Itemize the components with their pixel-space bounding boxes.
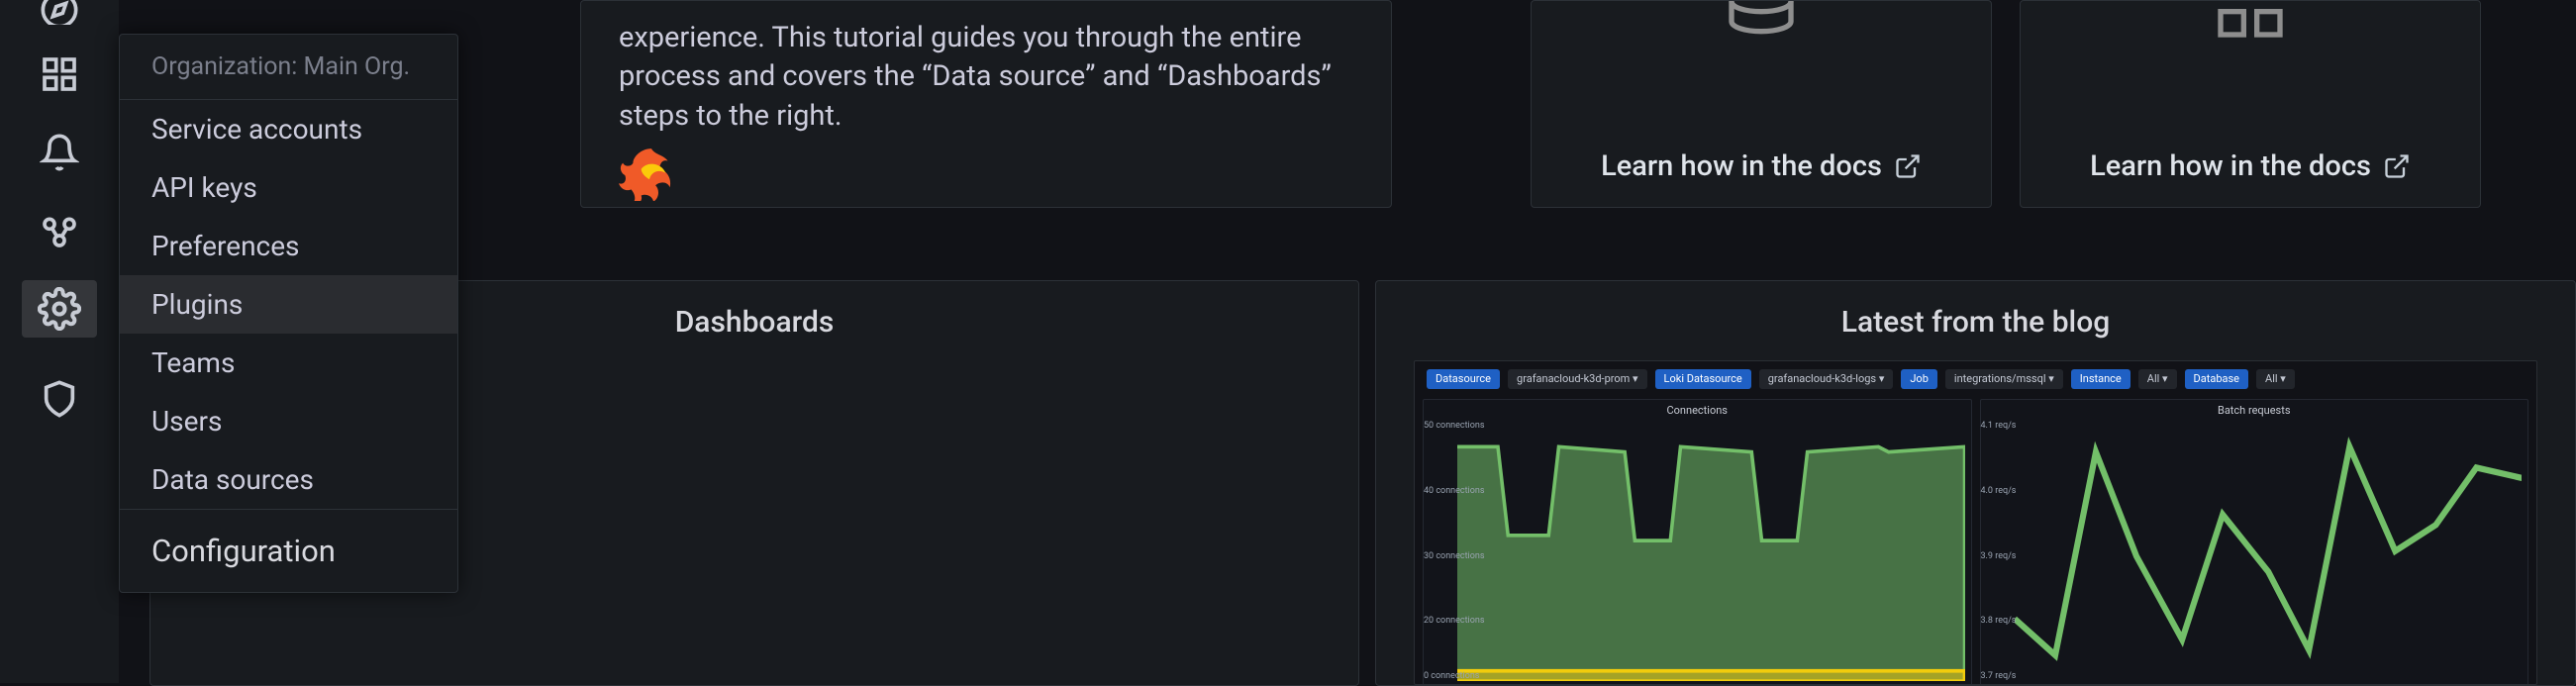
menu-item-api-keys[interactable]: API keys	[120, 158, 457, 217]
nav-link-icon[interactable]	[22, 202, 97, 259]
chip-database-label: Database	[2185, 369, 2248, 389]
popout-footer-configuration[interactable]: Configuration	[120, 509, 457, 592]
tutorial-card[interactable]: experience. This tutorial guides you thr…	[580, 0, 1392, 208]
blog-preview-dashboard: Datasource grafanacloud-k3d-prom ▾ Loki …	[1415, 361, 2536, 684]
ytick: 50 connections	[1424, 421, 1485, 431]
apps-icon	[2211, 0, 2290, 59]
blog-preview-image[interactable]: Datasource grafanacloud-k3d-prom ▾ Loki …	[1414, 360, 2537, 685]
nav-dashboards-icon[interactable]	[22, 46, 97, 103]
ytick: 0 connections	[1424, 671, 1479, 681]
blog-panel: Latest from the blog Datasource grafanac…	[1375, 280, 2576, 686]
chip-datasource-label: Datasource	[1427, 369, 1500, 389]
menu-item-plugins[interactable]: Plugins	[120, 275, 457, 334]
grafana-logo-icon	[619, 142, 684, 201]
chip-instance-value: All ▾	[2138, 369, 2177, 389]
nav-bell-icon[interactable]	[22, 124, 97, 181]
preview-chart-batch-requests: Batch requests 4.1 req/s 4.0 req/s 3.9 r…	[1980, 399, 2529, 685]
main-canvas: experience. This tutorial guides you thr…	[149, 0, 2576, 683]
chip-database-value: All ▾	[2256, 369, 2295, 389]
nav-shield-icon[interactable]	[22, 370, 97, 428]
external-link-icon	[1894, 152, 1922, 180]
chip-job-label: Job	[1901, 369, 1937, 389]
database-icon	[1722, 0, 1801, 59]
nav-gear-icon[interactable]	[22, 280, 97, 338]
learn-link-dashboards[interactable]: Learn how in the docs	[2090, 149, 2411, 183]
blog-title: Latest from the blog	[1412, 305, 2539, 340]
ytick: 20 connections	[1424, 616, 1485, 626]
ytick: 3.9 req/s	[1981, 551, 2017, 561]
config-popout-menu: Organization: Main Org. Service accounts…	[119, 34, 458, 593]
menu-item-data-sources[interactable]: Data sources	[120, 450, 457, 509]
learn-card-dashboards[interactable]: Learn how in the docs	[2020, 0, 2481, 208]
tutorial-text: experience. This tutorial guides you thr…	[619, 19, 1353, 136]
learn-link-data-source[interactable]: Learn how in the docs	[1601, 149, 1922, 183]
menu-item-preferences[interactable]: Preferences	[120, 217, 457, 275]
chip-datasource-value: grafanacloud-k3d-prom ▾	[1508, 369, 1647, 389]
menu-item-service-accounts[interactable]: Service accounts	[120, 100, 457, 158]
chip-instance-label: Instance	[2071, 369, 2130, 389]
ytick: 3.7 req/s	[1981, 671, 2017, 681]
chip-loki-value: grafanacloud-k3d-logs ▾	[1759, 369, 1894, 389]
external-link-icon	[2383, 152, 2411, 180]
ytick: 3.8 req/s	[1981, 616, 2017, 626]
menu-item-teams[interactable]: Teams	[120, 334, 457, 392]
preview-chart-connections: Connections 50 connections 40 connection…	[1423, 399, 1972, 685]
chart-title: Batch requests	[1981, 400, 2528, 421]
menu-item-users[interactable]: Users	[120, 392, 457, 450]
nav-compass-icon[interactable]	[22, 0, 97, 25]
chart-title: Connections	[1424, 400, 1971, 421]
ytick: 4.0 req/s	[1981, 486, 2017, 496]
ytick: 40 connections	[1424, 486, 1485, 496]
preview-filter-bar: Datasource grafanacloud-k3d-prom ▾ Loki …	[1415, 361, 2536, 399]
chip-job-value: integrations/mssql ▾	[1945, 369, 2063, 389]
chip-loki-label: Loki Datasource	[1655, 369, 1751, 389]
learn-card-data-source[interactable]: Learn how in the docs	[1531, 0, 1992, 208]
ytick: 4.1 req/s	[1981, 421, 2017, 431]
learn-link-text: Learn how in the docs	[2090, 149, 2371, 183]
ytick: 30 connections	[1424, 551, 1485, 561]
popout-org-header: Organization: Main Org.	[120, 35, 457, 100]
learn-link-text: Learn how in the docs	[1601, 149, 1882, 183]
nav-rail	[0, 0, 119, 683]
